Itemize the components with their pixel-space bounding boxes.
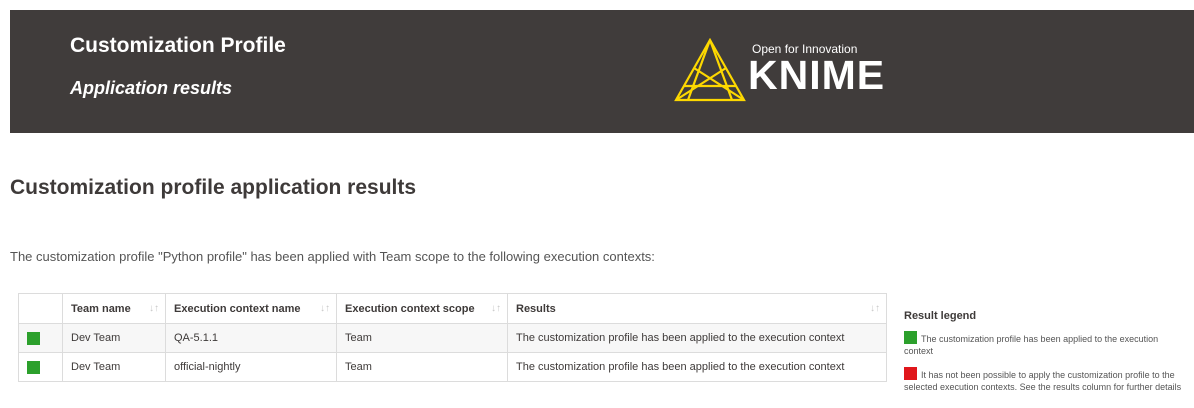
status-cell [18, 323, 63, 353]
column-header-results[interactable]: Results ↓↑ [507, 293, 887, 324]
knime-triangle-icon [674, 38, 746, 102]
banner-title: Customization Profile [70, 34, 286, 57]
legend-item-text: It has not been possible to apply the cu… [904, 370, 1182, 392]
column-header-status[interactable] [18, 293, 63, 324]
execution-context-scope-cell: Team [336, 323, 508, 353]
success-status-icon [27, 331, 40, 345]
table-row: Dev Team official-nightly Team The custo… [18, 352, 887, 382]
banner-subtitle: Application results [70, 78, 233, 98]
status-cell [18, 352, 63, 382]
knime-logo: Open for Innovation KNIME [674, 38, 904, 102]
column-header-team-name[interactable]: Team name ↓↑ [62, 293, 166, 324]
intro-text: The customization profile "Python profil… [10, 249, 655, 264]
success-swatch-icon [904, 331, 917, 344]
result-cell: The customization profile has been appli… [507, 323, 887, 353]
table-header-row: Team name ↓↑ Execution context name ↓↑ Exe… [18, 293, 887, 324]
result-cell: The customization profile has been appli… [507, 352, 887, 382]
execution-context-scope-cell: Team [336, 352, 508, 382]
legend-item-failure: It has not been possible to apply the cu… [904, 367, 1184, 393]
legend-title: Result legend [904, 310, 977, 322]
legend-item-success: The customization profile has been appli… [904, 331, 1184, 357]
logo-wordmark: KNIME [748, 52, 886, 98]
header-banner: Customization Profile Application result… [10, 10, 1194, 133]
team-name-cell: Dev Team [62, 323, 166, 353]
execution-context-name-cell: official-nightly [165, 352, 337, 382]
legend-item-text: The customization profile has been appli… [904, 334, 1159, 356]
execution-context-name-cell: QA-5.1.1 [165, 323, 337, 353]
column-header-execution-context-scope[interactable]: Execution context scope ↓↑ [336, 293, 508, 324]
failure-swatch-icon [904, 367, 917, 380]
sort-arrows-icon: ↓↑ [320, 303, 330, 314]
result-legend: Result legend The customization profile … [904, 310, 1184, 403]
table-row: Dev Team QA-5.1.1 Team The customization… [18, 323, 887, 353]
column-header-execution-context-name[interactable]: Execution context name ↓↑ [165, 293, 337, 324]
results-table: Team name ↓↑ Execution context name ↓↑ Exe… [18, 293, 887, 382]
page-title: Customization profile application result… [10, 176, 417, 199]
success-status-icon [27, 360, 40, 374]
sort-arrows-icon: ↓↑ [149, 303, 159, 314]
sort-arrows-icon: ↓↑ [870, 303, 880, 314]
team-name-cell: Dev Team [62, 352, 166, 382]
sort-arrows-icon: ↓↑ [491, 303, 501, 314]
